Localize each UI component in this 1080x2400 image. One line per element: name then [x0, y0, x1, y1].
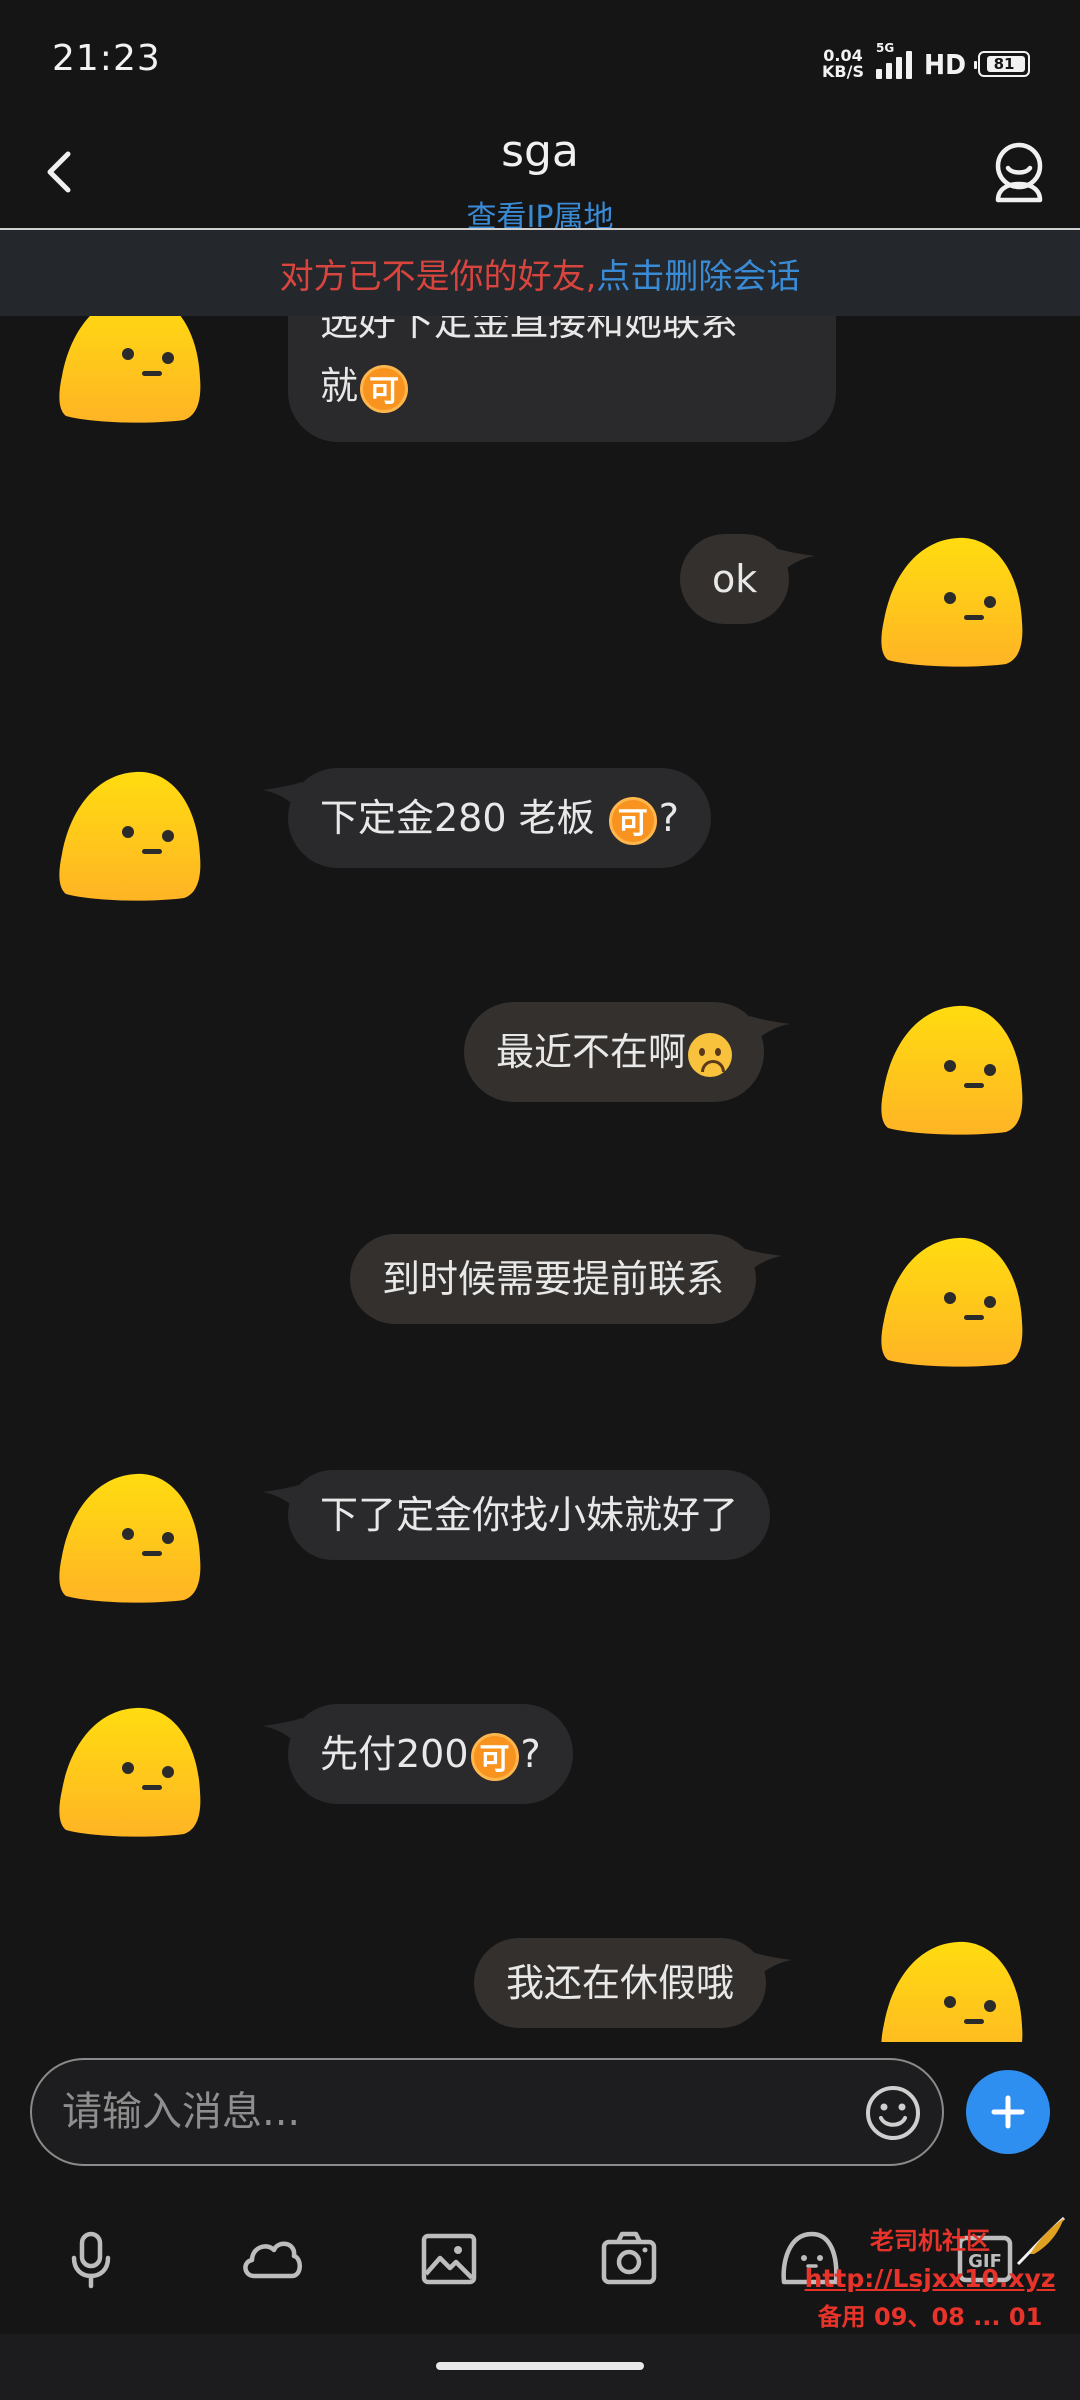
plus-icon: [991, 2095, 1025, 2129]
message-bubble[interactable]: ok: [680, 534, 789, 624]
plus-button[interactable]: [966, 2070, 1050, 2154]
coin-emoji: 可: [470, 1732, 519, 1781]
my-avatar[interactable]: [878, 1938, 1024, 2042]
message-bubble[interactable]: 下了定金你找小妹就好了: [288, 1470, 771, 1560]
coin-emoji: 可: [608, 796, 657, 845]
coin-emoji: 可: [360, 364, 409, 413]
my-avatar[interactable]: [878, 1002, 1024, 1136]
image-icon: [421, 2233, 477, 2285]
microphone-icon: [71, 2231, 111, 2289]
message-text: ?: [520, 1732, 541, 1776]
delete-conversation-link[interactable]: 点击删除会话: [596, 249, 800, 298]
user-profile-icon: [995, 142, 1043, 203]
message-bubble[interactable]: 先付200 可?: [288, 1704, 573, 1804]
message-text: 就: [320, 364, 359, 408]
battery-icon: 81: [974, 51, 1030, 77]
watermark-backup: 备用 09、08 ... 01: [817, 2303, 1043, 2331]
message-text: 先付200: [320, 1732, 469, 1776]
message-text: 我还在休假哦: [506, 1961, 735, 2005]
signal-icon: 5G: [876, 41, 912, 79]
message-text: 下定金280 老板: [320, 796, 607, 840]
contact-avatar[interactable]: [56, 316, 202, 424]
contact-name: sga: [501, 126, 579, 177]
message-bubble[interactable]: 选好下定金直接和她联系 就可: [288, 316, 836, 442]
status-bar: 21:23 0.04 KB/S 5G HD 81: [0, 0, 1080, 120]
network-type-label: 5G: [876, 41, 895, 55]
not-friend-warning: 对方已不是你的好友,: [279, 256, 597, 297]
hd-label: HD: [924, 47, 966, 81]
message-list[interactable]: 选好下定金直接和她联系 就可 ok 下定金280 老板 可? 最近不在啊 到时候…: [0, 316, 1080, 2042]
contact-avatar[interactable]: [56, 768, 202, 902]
message-bubble[interactable]: 最近不在啊: [464, 1002, 764, 1102]
feather-logo-icon: [1016, 2216, 1066, 2266]
camera-button[interactable]: [594, 2224, 664, 2294]
contact-avatar[interactable]: [56, 1704, 202, 1838]
message-composer: [30, 2058, 944, 2166]
message-text: 选好下定金直接和她联系: [320, 316, 739, 344]
message-text: 最近不在啊: [496, 1030, 687, 1074]
profile-button[interactable]: [984, 138, 1054, 208]
smiley-icon: [866, 2086, 920, 2140]
sad-face-emoji: [688, 1032, 733, 1077]
message-bubble[interactable]: 到时候需要提前联系: [350, 1234, 756, 1324]
network-speed-unit: KB/S: [822, 62, 864, 81]
message-text: 下了定金你找小妹就好了: [320, 1493, 739, 1537]
message-text: ?: [658, 796, 679, 840]
message-bubble[interactable]: 我还在休假哦: [474, 1938, 766, 2028]
camera-icon: [601, 2231, 657, 2285]
cloud-button[interactable]: [236, 2224, 306, 2294]
message-input[interactable]: [62, 2060, 862, 2164]
not-friend-banner[interactable]: 对方已不是你的好友, 点击删除会话: [0, 230, 1080, 316]
home-indicator[interactable]: [436, 2362, 644, 2370]
contact-avatar[interactable]: [56, 1470, 202, 1604]
system-navigation-bar: [0, 2334, 1080, 2400]
message-text: ok: [712, 557, 758, 601]
message-bubble[interactable]: 下定金280 老板 可?: [288, 768, 711, 868]
my-avatar[interactable]: [878, 1234, 1024, 1368]
chat-header: sga 查看IP属地: [0, 120, 1080, 235]
status-time: 21:23: [52, 38, 161, 79]
network-speed: 0.04 KB/S: [822, 48, 864, 80]
cloud-icon: [243, 2241, 302, 2279]
status-indicators: 0.04 KB/S 5G HD 81: [822, 41, 1030, 84]
battery-level: 81: [993, 55, 1015, 73]
voice-button[interactable]: [56, 2224, 126, 2294]
emoji-button[interactable]: [864, 2084, 922, 2142]
gallery-button[interactable]: [414, 2224, 484, 2294]
my-avatar[interactable]: [878, 534, 1024, 668]
message-text: 到时候需要提前联系: [382, 1257, 725, 1301]
